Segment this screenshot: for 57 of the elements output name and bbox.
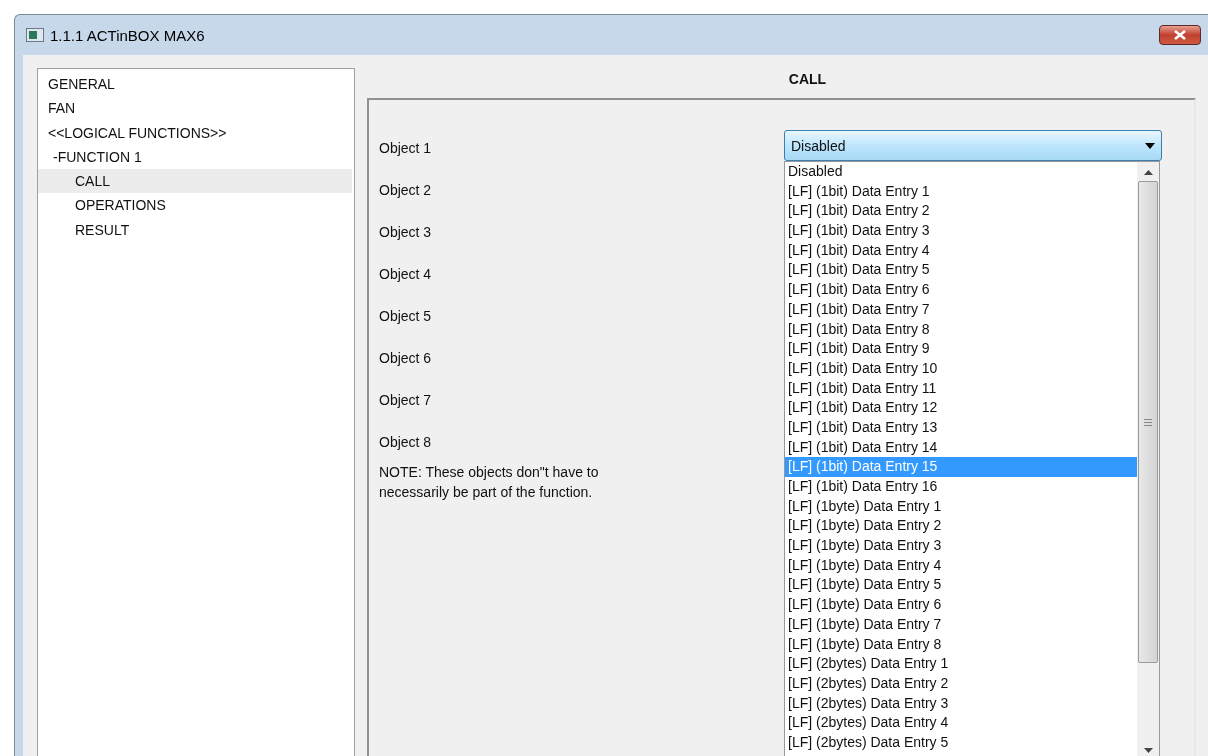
dropdown-option[interactable]: [LF] (1bit) Data Entry 4 [785,240,1137,261]
dropdown-option[interactable]: [LF] (1byte) Data Entry 6 [785,595,1137,615]
dropdown-option[interactable]: [LF] (1byte) Data Entry 8 [785,634,1137,655]
tree-item[interactable]: GENERAL [38,72,352,97]
dropdown-option[interactable]: [LF] (2bytes) Data Entry 4 [785,713,1137,733]
section-title: CALL [787,70,828,89]
dropdown-option[interactable]: [LF] (1byte) Data Entry 7 [785,614,1137,635]
dropdown-option[interactable]: [LF] (1bit) Data Entry 2 [785,201,1137,222]
tree-item[interactable]: -FUNCTION 1 [38,144,352,170]
object-label: Object 2 [379,181,433,200]
dropdown-option[interactable]: [LF] (1byte) Data Entry 4 [785,555,1137,576]
dropdown-option[interactable]: [LF] (1byte) Data Entry 2 [785,516,1137,537]
caret-icon [1145,142,1155,149]
dropdown-option[interactable]: [LF] (1bit) Data Entry 11 [785,378,1137,399]
dropdown[interactable]: Disabled [784,130,1162,161]
window-title: 1.1.1 ACTinBOX MAX6 [50,26,205,44]
object-label: Object 4 [379,265,433,284]
tree-item[interactable]: CALL [38,169,352,194]
grip-icon [1144,418,1152,426]
dropdown-option[interactable]: [LF] (1bit) Data Entry 6 [785,280,1137,300]
dropdown-option[interactable]: [LF] (1bit) Data Entry 9 [785,339,1137,359]
tree-item[interactable]: OPERATIONS [38,193,352,218]
dropdown-option[interactable]: [LF] (1byte) Data Entry 3 [785,536,1137,556]
dropdown-option[interactable]: [LF] (1byte) Data Entry 1 [785,496,1137,517]
tree-item[interactable]: <<LOGICAL FUNCTIONS>> [38,120,352,145]
tree-item[interactable]: FAN [38,96,352,121]
close-icon [1172,30,1188,40]
dropdown-option[interactable]: [LF] (1bit) Data Entry 12 [785,398,1137,418]
dropdown-option[interactable]: [LF] (2bytes) Data Entry 1 [785,654,1137,674]
app-icon [26,28,44,42]
dropdown-option[interactable]: [LF] (2bytes) Data Entry 5 [785,732,1137,753]
dropdown-option[interactable]: [LF] (2bytes) Data Entry 2 [785,673,1137,694]
dropdown-option[interactable]: [LF] (1bit) Data Entry 5 [785,260,1137,281]
dropdown-option[interactable]: [LF] (1bit) Data Entry 10 [785,358,1137,379]
tree-item[interactable]: RESULT [38,217,352,243]
scrollbar[interactable] [1137,162,1159,756]
dropdown-option[interactable]: [LF] (2bytes) Data Entry 3 [785,693,1137,714]
dropdown-option[interactable]: [LF] (1bit) Data Entry 13 [785,417,1137,438]
object-label: Object 3 [379,223,433,242]
dropdown-option[interactable]: [LF] (1bit) Data Entry 14 [785,437,1137,458]
object-label: Object 1 [379,139,433,158]
object-label: Object 7 [379,391,433,410]
dropdown-option[interactable]: [LF] (1bit) Data Entry 3 [785,221,1137,241]
scroll-down-icon [1143,748,1153,753]
dropdown-option[interactable]: [LF] (1bit) Data Entry 8 [785,319,1137,340]
object-label: Object 5 [379,307,433,326]
object-label: Object 6 [379,349,433,368]
dropdown-option[interactable]: Disabled [785,162,1137,182]
dropdown-option[interactable]: [LF] (1bit) Data Entry 7 [785,299,1137,320]
scroll-up-icon [1143,170,1153,175]
scroll-thumb[interactable] [1138,181,1158,663]
note-text: NOTE: These objects don"t have to necessarily be part of the function. [379,463,600,502]
object-label: Object 8 [379,433,433,452]
close-button[interactable] [1159,25,1201,45]
dropdown-option[interactable]: [LF] (1bit) Data Entry 1 [785,181,1137,202]
dropdown-option[interactable]: [LF] (1byte) Data Entry 5 [785,575,1137,596]
dropdown-option[interactable]: [LF] (1bit) Data Entry 16 [785,477,1137,497]
